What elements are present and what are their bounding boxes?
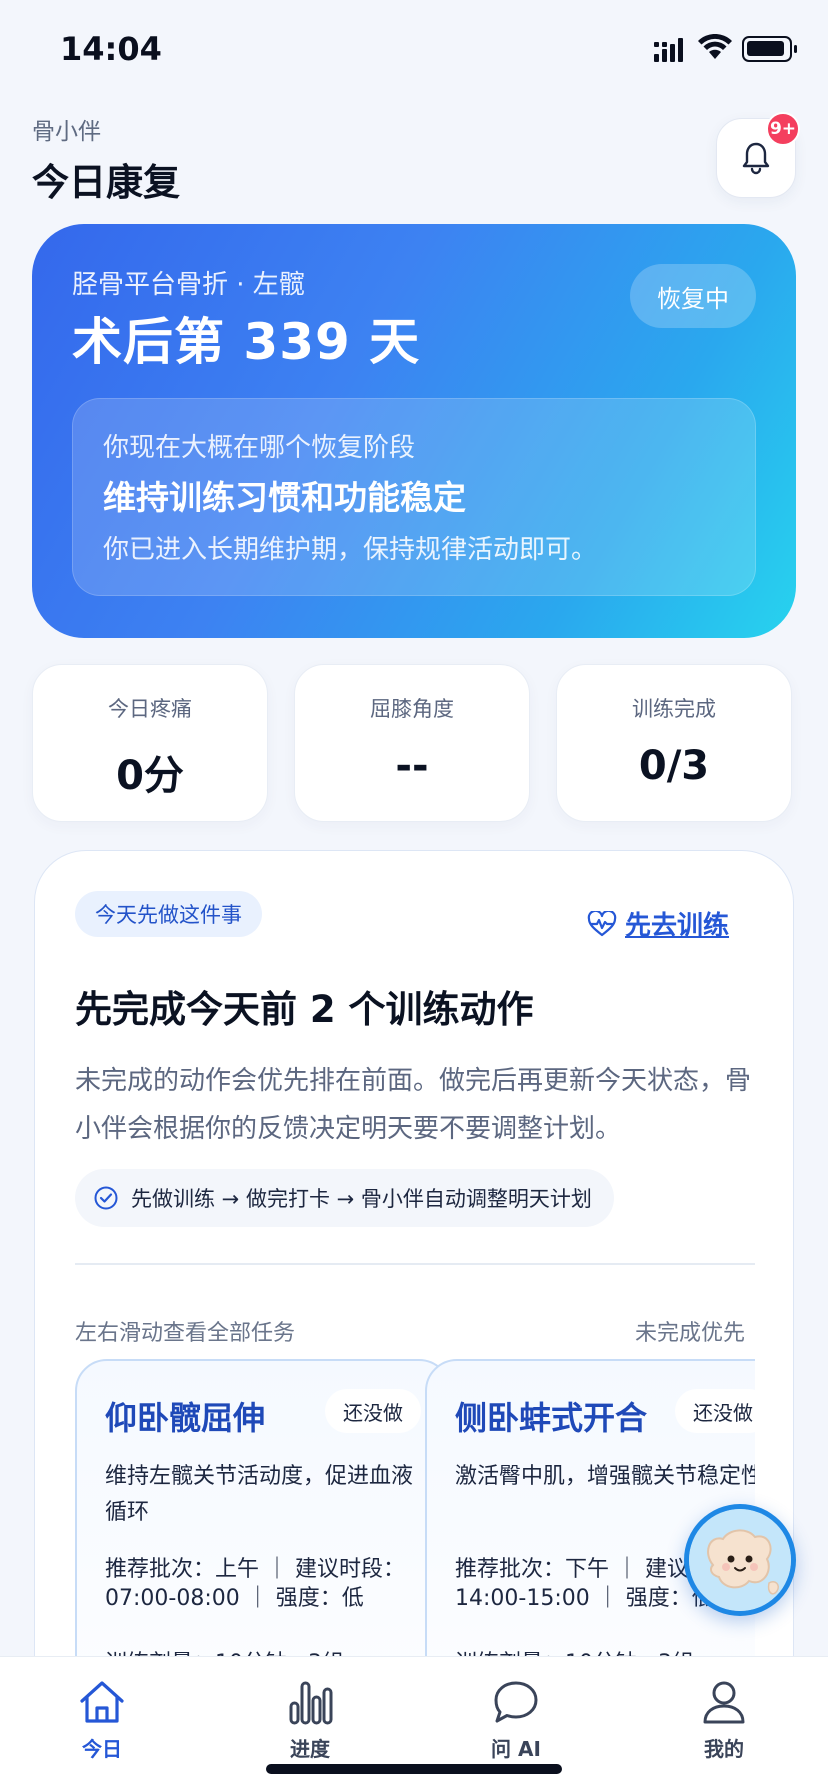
tab-progress[interactable]: 进度	[250, 1679, 370, 1762]
check-circle-icon	[94, 1186, 118, 1210]
tab-label: 我的	[704, 1737, 744, 1761]
exercise-name: 仰卧髋屈伸	[105, 1399, 266, 1437]
stage-box[interactable]: 你现在大概在哪个恢复阶段 维持训练习惯和功能稳定 你已进入长期维护期，保持规律活…	[72, 398, 756, 596]
stat-value: 0/3	[638, 743, 710, 789]
task-title: 先完成今天前 2 个训练动作	[75, 988, 534, 1031]
recovery-status-badge: 恢复中	[630, 264, 756, 328]
stat-label: 屈膝角度	[370, 697, 454, 721]
flow-hint: 先做训练 → 做完打卡 → 骨小伴自动调整明天计划	[75, 1169, 614, 1227]
swipe-hint: 左右滑动查看全部任务	[75, 1321, 296, 1346]
stat-label: 训练完成	[632, 697, 716, 721]
status-time: 14:04	[60, 30, 162, 68]
task-chip: 今天先做这件事	[75, 891, 262, 937]
signal-icon	[654, 38, 683, 62]
mascot-avatar-icon	[689, 1509, 791, 1611]
stat-value: --	[395, 743, 429, 789]
recovery-hero-card: 胫骨平台骨折 · 左髋 术后第 339 天 恢复中 你现在大概在哪个恢复阶段 维…	[32, 224, 796, 638]
sort-hint: 未完成优先	[635, 1321, 746, 1346]
stage-description: 你已进入长期维护期，保持规律活动即可。	[103, 535, 598, 565]
exercise-state-badge: 还没做	[325, 1389, 421, 1433]
stat-label: 今日疼痛	[108, 697, 192, 721]
stat-card-pain[interactable]: 今日疼痛 0分	[32, 664, 268, 822]
stat-card-knee-angle[interactable]: 屈膝角度 --	[294, 664, 530, 822]
home-icon	[80, 1681, 124, 1723]
flow-text: 先做训练 → 做完打卡 → 骨小伴自动调整明天计划	[131, 1187, 592, 1211]
exercise-description: 维持左髋关节活动度，促进血液循环	[105, 1464, 414, 1525]
today-task-card: 今天先做这件事 先去训练 先完成今天前 2 个训练动作 未完成的动作会优先排在前…	[34, 850, 794, 1792]
chat-icon	[494, 1681, 538, 1723]
assistant-mascot-button[interactable]	[684, 1504, 796, 1616]
stat-card-training[interactable]: 训练完成 0/3	[556, 664, 792, 822]
exercise-schedule: 推荐批次：上午 ｜ 建议时段：07:00-08:00 ｜ 强度：低	[105, 1557, 405, 1611]
page-title: 今日康复	[32, 161, 180, 204]
status-bar: 14:04	[0, 0, 828, 100]
task-description: 未完成的动作会优先排在前面。做完后再更新今天状态，骨小伴会根据你的反馈决定明天要…	[75, 1066, 752, 1144]
exercise-name: 侧卧蚌式开合	[455, 1399, 648, 1437]
tab-today[interactable]: 今日	[42, 1679, 162, 1762]
tab-me[interactable]: 我的	[664, 1679, 784, 1762]
stage-question: 你现在大概在哪个恢复阶段	[103, 433, 416, 463]
user-icon	[703, 1681, 745, 1724]
bar-chart-icon	[289, 1681, 333, 1725]
go-train-label: 先去训练	[625, 911, 730, 941]
home-indicator	[266, 1764, 562, 1774]
heart-pulse-icon	[587, 910, 617, 936]
tab-label: 今日	[82, 1737, 122, 1761]
exercise-description: 激活臀中肌，增强髋关节稳定性	[455, 1464, 755, 1489]
bell-icon	[742, 142, 770, 175]
tab-label: 进度	[290, 1737, 330, 1761]
tab-ask-ai[interactable]: 问 AI	[456, 1679, 576, 1762]
notification-badge: 9+	[766, 112, 800, 146]
wifi-icon	[698, 34, 732, 59]
tab-label: 问 AI	[491, 1737, 541, 1761]
post-op-day: 术后第 339 天	[72, 313, 421, 371]
exercise-state-badge: 还没做	[675, 1389, 755, 1433]
divider	[75, 1263, 755, 1265]
stat-value: 0分	[116, 753, 184, 799]
app-name: 骨小伴	[32, 119, 101, 145]
stage-title: 维持训练习惯和功能稳定	[103, 478, 466, 517]
diagnosis-text: 胫骨平台骨折 · 左髋	[72, 270, 305, 300]
go-train-link[interactable]: 先去训练	[587, 905, 729, 942]
battery-icon	[742, 36, 797, 62]
